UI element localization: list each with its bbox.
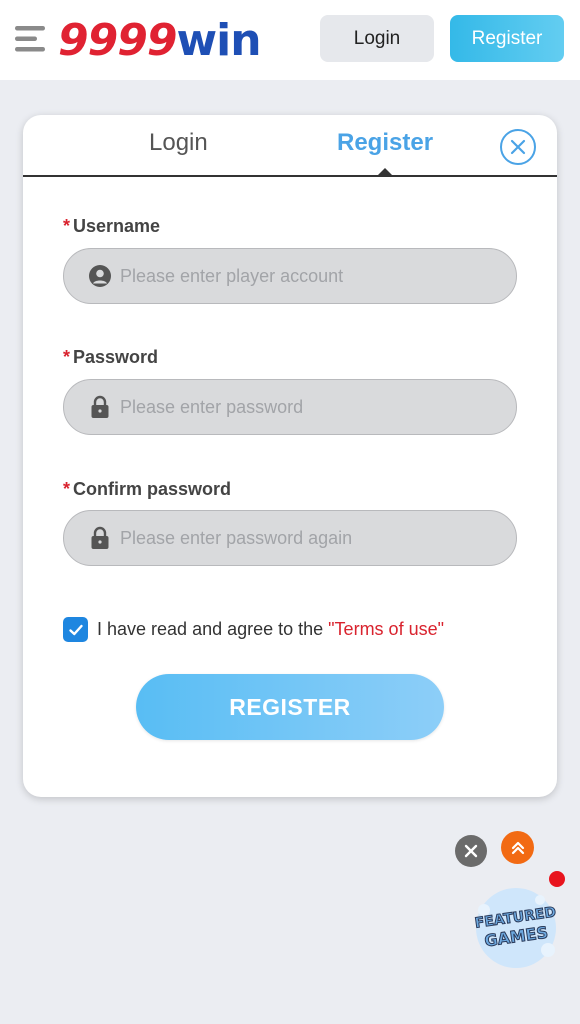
username-field[interactable]: Please enter player account bbox=[63, 248, 517, 304]
register-modal: Login Register * Username Please enter pl… bbox=[23, 115, 557, 797]
brand-logo[interactable]: 9999 win bbox=[58, 10, 262, 70]
double-chevron-up-icon bbox=[511, 841, 524, 854]
agree-text: I have read and agree to the bbox=[97, 619, 324, 639]
confirm-password-label-text: Confirm password bbox=[73, 479, 232, 499]
header-register-button[interactable]: Register bbox=[450, 15, 564, 62]
register-submit-button[interactable]: REGISTER bbox=[136, 674, 444, 740]
menu-icon[interactable] bbox=[14, 22, 48, 56]
lock-icon bbox=[91, 395, 109, 418]
username-label-text: Username bbox=[73, 216, 161, 236]
tab-login[interactable]: Login bbox=[149, 129, 208, 157]
password-placeholder: Please enter password bbox=[120, 396, 304, 417]
active-tab-indicator bbox=[377, 168, 393, 176]
notification-dot bbox=[549, 871, 565, 887]
required-marker: * bbox=[63, 479, 71, 499]
username-placeholder: Please enter player account bbox=[120, 265, 344, 286]
close-modal-button[interactable] bbox=[500, 129, 536, 165]
close-float-button[interactable] bbox=[455, 835, 487, 867]
terms-agreement: I have read and agree to the "Terms of u… bbox=[63, 617, 444, 642]
close-icon bbox=[510, 139, 526, 155]
scroll-top-button[interactable] bbox=[501, 831, 534, 864]
terms-of-use-link[interactable]: "Terms of use" bbox=[328, 619, 444, 640]
confirm-password-label: * Confirm password bbox=[63, 479, 231, 500]
tab-register[interactable]: Register bbox=[337, 129, 433, 157]
password-field[interactable]: Please enter password bbox=[63, 379, 517, 435]
checkmark-icon bbox=[68, 624, 83, 635]
auth-tabs: Login Register bbox=[23, 115, 557, 177]
required-marker: * bbox=[63, 216, 71, 236]
top-header: 9999 win Login Register bbox=[0, 0, 580, 80]
logo-number: 9999 bbox=[58, 14, 177, 66]
logo-word: win bbox=[176, 14, 261, 66]
password-label-text: Password bbox=[73, 347, 159, 367]
agree-checkbox[interactable] bbox=[63, 617, 88, 642]
user-icon bbox=[89, 265, 111, 287]
featured-games-badge[interactable]: FEATURED GAMES bbox=[470, 880, 562, 972]
confirm-password-field[interactable]: Please enter password again bbox=[63, 510, 517, 566]
confirm-password-placeholder: Please enter password again bbox=[120, 527, 353, 548]
password-label: * Password bbox=[63, 347, 158, 368]
username-label: * Username bbox=[63, 216, 160, 237]
required-marker: * bbox=[63, 347, 71, 367]
header-login-button[interactable]: Login bbox=[320, 15, 434, 62]
close-icon bbox=[464, 844, 478, 858]
lock-icon bbox=[91, 526, 109, 549]
